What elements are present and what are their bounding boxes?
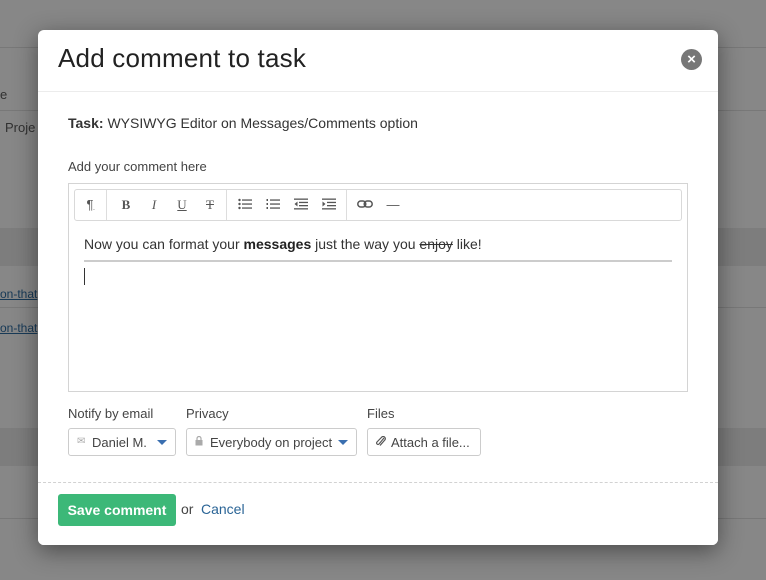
envelope-icon: ✉ (77, 436, 86, 447)
chevron-down-icon (338, 440, 348, 445)
notify-dropdown[interactable]: ✉ Daniel M. (68, 428, 176, 456)
italic-icon[interactable]: I (141, 190, 167, 220)
paperclip-icon (376, 435, 386, 450)
toolbar-separator (226, 190, 227, 220)
bold-icon[interactable]: B (113, 190, 139, 220)
outdent-icon[interactable] (288, 190, 314, 220)
editor-text-part: just the way you (311, 236, 420, 252)
task-name: WYSIWYG Editor on Messages/Comments opti… (107, 115, 418, 131)
task-label: Task: (68, 115, 104, 131)
modal-footer: Save comment or Cancel (38, 482, 718, 545)
paragraph-icon[interactable]: ¶. (77, 190, 103, 220)
task-line: Task: WYSIWYG Editor on Messages/Comment… (68, 115, 418, 131)
editor-text-part: Now you can format your (84, 236, 244, 252)
add-comment-modal: Add comment to task × Task: WYSIWYG Edit… (38, 30, 718, 545)
files-label: Files (367, 406, 395, 421)
editor-strike-text: enjoy (419, 236, 453, 252)
editor-content[interactable]: Now you can format your messages just th… (84, 236, 482, 252)
notify-label: Notify by email (68, 406, 154, 421)
comment-label: Add your comment here (68, 159, 207, 174)
cancel-link[interactable]: Cancel (201, 501, 245, 517)
editor-horizontal-rule (84, 260, 672, 262)
privacy-label: Privacy (186, 406, 229, 421)
modal-header: Add comment to task × (38, 30, 718, 92)
modal-title: Add comment to task (58, 43, 307, 73)
save-comment-button[interactable]: Save comment (58, 494, 176, 526)
link-icon[interactable] (352, 190, 378, 220)
editor-toolbar: ¶. B I U T — (74, 189, 682, 221)
attach-file-label: Attach a file... (391, 435, 470, 450)
dropdown-dot: . (93, 205, 95, 212)
privacy-value: Everybody on project (210, 435, 333, 450)
text-caret (84, 268, 85, 285)
notify-value: Daniel M. (92, 435, 147, 450)
or-text: or (181, 501, 194, 517)
lock-icon (195, 435, 203, 449)
close-icon[interactable]: × (681, 49, 702, 70)
comment-editor[interactable]: ¶. B I U T — Now you can format your mes… (68, 183, 688, 392)
attach-file-button[interactable]: Attach a file... (367, 428, 481, 456)
toolbar-separator (346, 190, 347, 220)
bullet-list-icon[interactable] (232, 190, 258, 220)
editor-bold-text: messages (243, 236, 312, 252)
privacy-dropdown[interactable]: Everybody on project (186, 428, 357, 456)
numbered-list-icon[interactable] (260, 190, 286, 220)
chevron-down-icon (157, 440, 167, 445)
horizontal-rule-icon[interactable]: — (380, 190, 406, 220)
editor-text-part: like! (452, 236, 482, 252)
indent-icon[interactable] (316, 190, 342, 220)
modal-body: Task: WYSIWYG Editor on Messages/Comment… (38, 92, 718, 482)
toolbar-separator (106, 190, 107, 220)
strikethrough-icon[interactable]: T (197, 190, 223, 220)
underline-icon[interactable]: U (169, 190, 195, 220)
